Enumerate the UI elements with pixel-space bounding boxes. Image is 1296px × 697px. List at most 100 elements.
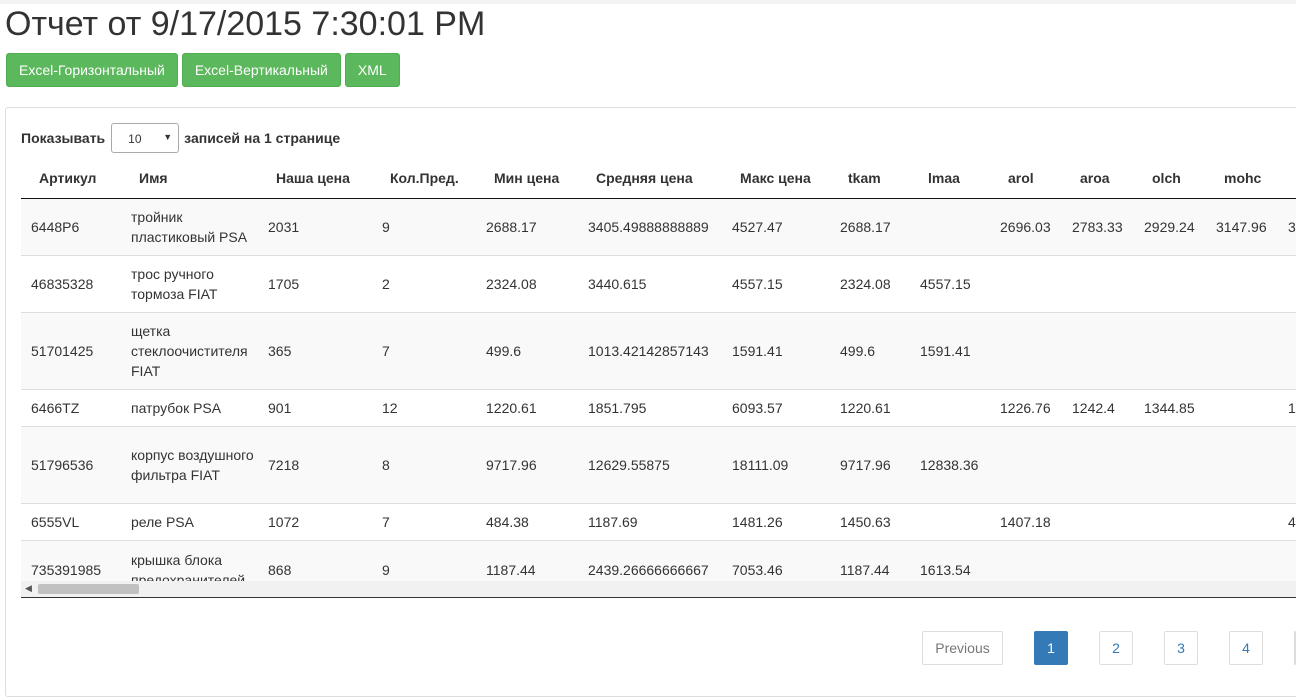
column-header[interactable]: mohc	[1206, 159, 1278, 199]
page-length-select[interactable]: 10 ▼	[111, 122, 180, 153]
column-header[interactable]: aroa	[1062, 159, 1134, 199]
table-cell: 9	[372, 197, 476, 255]
cell-value: 6093.57	[732, 399, 783, 416]
table-cell: 2696.03	[990, 197, 1062, 255]
column-header[interactable]	[1278, 159, 1296, 199]
column-header-label: Имя	[139, 170, 168, 187]
scrollbar-thumb[interactable]	[38, 584, 139, 594]
table-cell: 18111.09	[722, 425, 830, 503]
column-header[interactable]: Имя	[121, 159, 258, 199]
cell-value: 2783.33	[1072, 218, 1123, 235]
table-cell	[1206, 539, 1278, 581]
page-button-3[interactable]: 3	[1164, 631, 1198, 665]
table-cell: 1344.85	[1134, 388, 1206, 426]
cell-value: 12838.36	[920, 456, 979, 473]
cell-value: 7	[382, 342, 390, 359]
table-cell: 2324.08	[830, 254, 910, 312]
column-header-label: Кол.Пред.	[390, 170, 459, 187]
table-row[interactable]: 735391985 крышка блока предохранителей 868…	[21, 539, 1296, 581]
page-title: Отчет от 9/17/2015 7:30:01 PM	[5, 5, 486, 43]
cell-value: 1072	[268, 513, 300, 530]
cell-value: 3	[1288, 218, 1296, 235]
table-cell: 2	[372, 254, 476, 312]
table-cell: 7218	[258, 425, 372, 503]
cell-value: 1705	[268, 275, 300, 292]
horizontal-scrollbar[interactable]: ◀	[21, 581, 1296, 598]
table-cell	[1134, 502, 1206, 540]
table-row[interactable]: 6555VL реле PSA 1072 7 484.38 1187.69 1481.26 1…	[21, 502, 1296, 540]
table-cell: корпус воздушного фильтра FIAT	[121, 425, 258, 503]
column-header[interactable]: Макс цена	[722, 159, 830, 199]
column-header-label: tkam	[848, 170, 881, 187]
cell-value: 901	[268, 399, 292, 416]
column-header[interactable]: Средняя цена	[578, 159, 722, 199]
table-cell: 6555VL	[21, 502, 121, 540]
cell-value: 6555VL	[31, 513, 80, 530]
table-row[interactable]: 51796536 корпус воздушного фильтра FIAT 72…	[21, 425, 1296, 503]
table-cell: 4527.47	[722, 197, 830, 255]
table-cell: 6466TZ	[21, 388, 121, 426]
column-header[interactable]: Артикул	[21, 159, 121, 199]
page-button-4[interactable]: 4	[1229, 631, 1263, 665]
cell-value: 4527.47	[732, 218, 783, 235]
table-cell: 1187.69	[578, 502, 722, 540]
table-cell	[1062, 311, 1134, 389]
table-cell	[1206, 502, 1278, 540]
table-cell: 2031	[258, 197, 372, 255]
table-cell: 499.6	[830, 311, 910, 389]
table-cell: 1187.44	[830, 539, 910, 581]
previous-page-button[interactable]: Previous	[922, 631, 1003, 665]
cell-value: 1613.54	[920, 562, 971, 579]
table-cell: 1450.63	[830, 502, 910, 540]
column-header[interactable]: tkam	[830, 159, 910, 199]
table-cell: 2688.17	[830, 197, 910, 255]
cell-value: 9717.96	[840, 456, 891, 473]
table-cell	[1134, 425, 1206, 503]
cell-value: 7	[382, 513, 390, 530]
table-row[interactable]: 6466TZ патрубок PSA 901 12 1220.61 1851.795 60…	[21, 388, 1296, 426]
column-header[interactable]: Кол.Пред.	[372, 159, 476, 199]
column-header-label: Артикул	[39, 170, 97, 187]
page-button-1[interactable]: 1	[1034, 631, 1068, 665]
table-cell	[1062, 539, 1134, 581]
table-cell: 9	[372, 539, 476, 581]
table-cell	[990, 254, 1062, 312]
cell-value: 2	[382, 275, 390, 292]
xml-button[interactable]: XML	[344, 53, 400, 87]
table-row[interactable]: 51701425 щетка стеклоочистителя FIAT 365 7 4…	[21, 311, 1296, 389]
cell-value: 18111.09	[732, 456, 789, 473]
column-header[interactable]: Наша цена	[258, 159, 372, 199]
cell-value: 1187.44	[840, 562, 890, 579]
cell-value: 868	[268, 562, 292, 579]
column-header[interactable]: lmaa	[910, 159, 990, 199]
table-cell	[1206, 388, 1278, 426]
column-header[interactable]: Мин цена	[476, 159, 578, 199]
table-row[interactable]: 6448P6 тройник пластиковый PSA 2031 9 2688.1…	[21, 197, 1296, 255]
table-cell	[1062, 254, 1134, 312]
excel-vertical-button[interactable]: Excel-Вертикальный	[181, 53, 341, 87]
cell-value: 1344.85	[1144, 399, 1195, 416]
cell-value: 1187.69	[588, 513, 638, 530]
table-cell: 9717.96	[830, 425, 910, 503]
table-cell: 2929.24	[1134, 197, 1206, 255]
table-cell	[910, 197, 990, 255]
table-row[interactable]: 46835328 трос ручного тормоза FIAT 1705 2 23…	[21, 254, 1296, 312]
cell-value: 1242.4	[1072, 399, 1115, 416]
scroll-left-arrow-icon[interactable]: ◀	[25, 583, 32, 594]
column-header-label	[1278, 170, 1296, 186]
column-header[interactable]: olch	[1134, 159, 1206, 199]
column-header[interactable]: arol	[990, 159, 1062, 199]
cell-value: 51701425	[31, 342, 94, 359]
table-cell: 484.38	[476, 502, 578, 540]
cell-value: 9	[382, 218, 390, 235]
table-cell: 3440.615	[578, 254, 722, 312]
excel-horizontal-button[interactable]: Excel-Горизонтальный	[6, 53, 178, 87]
table-cell	[1134, 311, 1206, 389]
table-cell: трос ручного тормоза FIAT	[121, 254, 258, 312]
table-cell	[990, 539, 1062, 581]
page-button-2[interactable]: 2	[1099, 631, 1133, 665]
table-cell: 735391985	[21, 539, 121, 581]
table-cell: 2324.08	[476, 254, 578, 312]
cell-value: трос ручного тормоза FIAT	[131, 265, 218, 302]
cell-value: щетка стеклоочистителя FIAT	[131, 322, 248, 379]
